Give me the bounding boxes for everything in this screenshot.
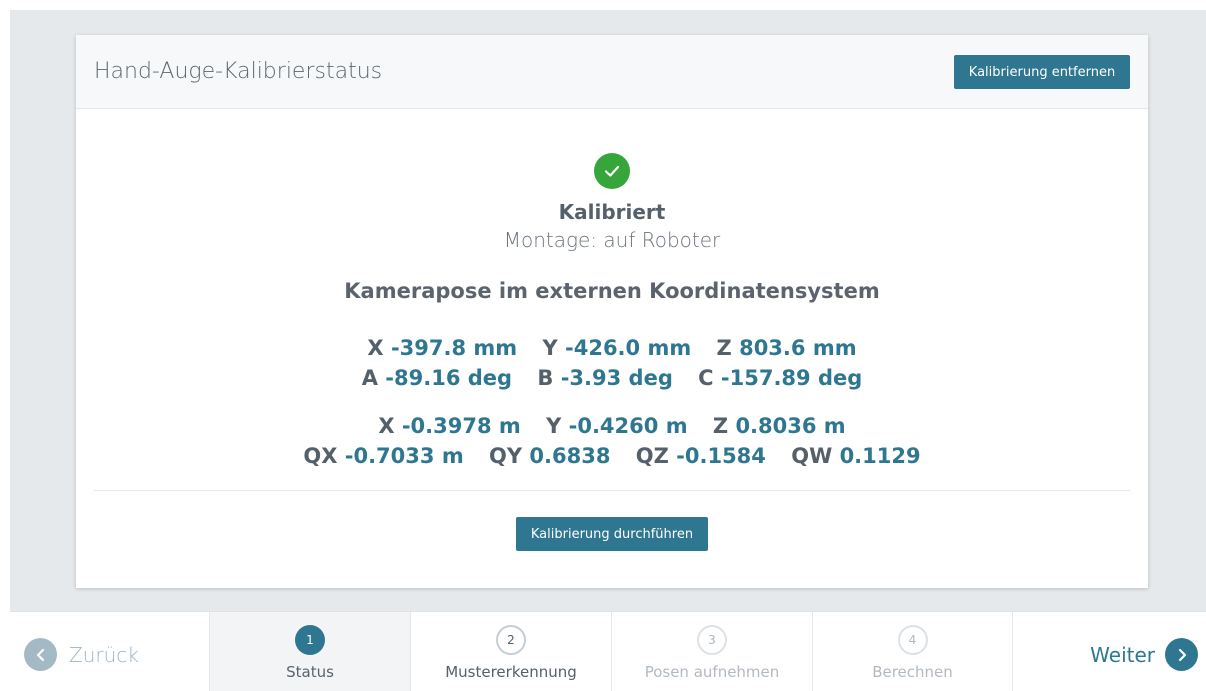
coord-value: -0.4260 m <box>568 414 688 438</box>
step-number: 4 <box>897 625 928 655</box>
coord-label: Y <box>546 414 562 438</box>
run-calibration-button[interactable]: Kalibrierung durchführen <box>516 517 708 551</box>
euler-rotation-row: A -89.16 deg B -3.93 deg C -157.89 deg <box>76 366 1148 390</box>
coord-label: Z <box>716 336 732 360</box>
quat-rotation-row: QX -0.7033 m QY 0.6838 QZ -0.1584 QW 0.1… <box>76 444 1148 468</box>
back-button[interactable]: Zurück <box>24 638 139 671</box>
chevron-right-icon <box>1165 638 1198 671</box>
step-compute: 4 Berechnen <box>812 612 1013 691</box>
coord-value: 803.6 mm <box>739 336 857 360</box>
back-label: Zurück <box>69 642 139 667</box>
step-record-poses: 3 Posen aufnehmen <box>611 612 812 691</box>
next-label: Weiter <box>1090 642 1155 667</box>
coord-value: -0.7033 m <box>344 444 464 468</box>
coord-value: -157.89 deg <box>720 366 863 390</box>
coord-value: -89.16 deg <box>385 366 513 390</box>
calibration-status-card: Hand-Auge-Kalibrierstatus Kalibrierung e… <box>76 35 1148 588</box>
coord-value: 0.6838 <box>529 444 611 468</box>
coord-value: -3.93 deg <box>560 366 673 390</box>
step-number: 1 <box>295 625 325 655</box>
step-pattern-detection[interactable]: 2 Mustererkennung <box>410 612 611 691</box>
step-label: Mustererkennung <box>445 663 577 681</box>
coord-value: -426.0 mm <box>565 336 692 360</box>
remove-calibration-button[interactable]: Kalibrierung entfernen <box>954 55 1130 89</box>
coord-value: -397.8 mm <box>390 336 518 360</box>
quat-position-row: X -0.3978 m Y -0.4260 m Z 0.8036 m <box>76 414 1148 438</box>
coord-label: X <box>378 414 395 438</box>
card-title: Hand-Auge-Kalibrierstatus <box>94 59 383 84</box>
coord-label: X <box>367 336 384 360</box>
coord-label: QZ <box>635 444 669 468</box>
step-label: Berechnen <box>872 663 953 681</box>
step-status[interactable]: 1 Status <box>209 612 410 691</box>
coord-value: -0.1584 <box>676 444 766 468</box>
coord-value: 0.8036 m <box>735 414 846 438</box>
mount-info: Montage: auf Roboter <box>503 228 721 252</box>
next-button[interactable]: Weiter <box>1090 638 1198 671</box>
coord-label: QX <box>303 444 338 468</box>
step-number: 2 <box>496 625 526 655</box>
coord-label: C <box>698 366 714 390</box>
coord-value: 0.1129 <box>839 444 921 468</box>
coord-label: A <box>361 366 378 390</box>
calibration-status: Kalibriert <box>558 200 666 224</box>
step-label: Posen aufnehmen <box>644 663 780 681</box>
divider <box>94 490 1130 491</box>
step-label: Status <box>286 663 334 681</box>
check-circle-icon <box>594 153 630 189</box>
coord-value: -0.3978 m <box>401 414 521 438</box>
coord-label: Z <box>712 414 729 438</box>
coord-label: Y <box>542 336 558 360</box>
coord-label: QW <box>791 444 833 468</box>
step-number: 3 <box>697 625 727 655</box>
pose-heading: Kamerapose im externen Koordinatensystem <box>344 279 880 303</box>
euler-position-row: X -397.8 mm Y -426.0 mm Z 803.6 mm <box>76 336 1148 360</box>
chevron-left-icon <box>24 638 57 671</box>
card-header: Hand-Auge-Kalibrierstatus Kalibrierung e… <box>76 35 1148 109</box>
wizard-nav-bar: Zurück 1 Status 2 Mustererkennung 3 Pose… <box>10 611 1206 691</box>
coord-label: QY <box>489 444 523 468</box>
coord-label: B <box>537 366 554 390</box>
